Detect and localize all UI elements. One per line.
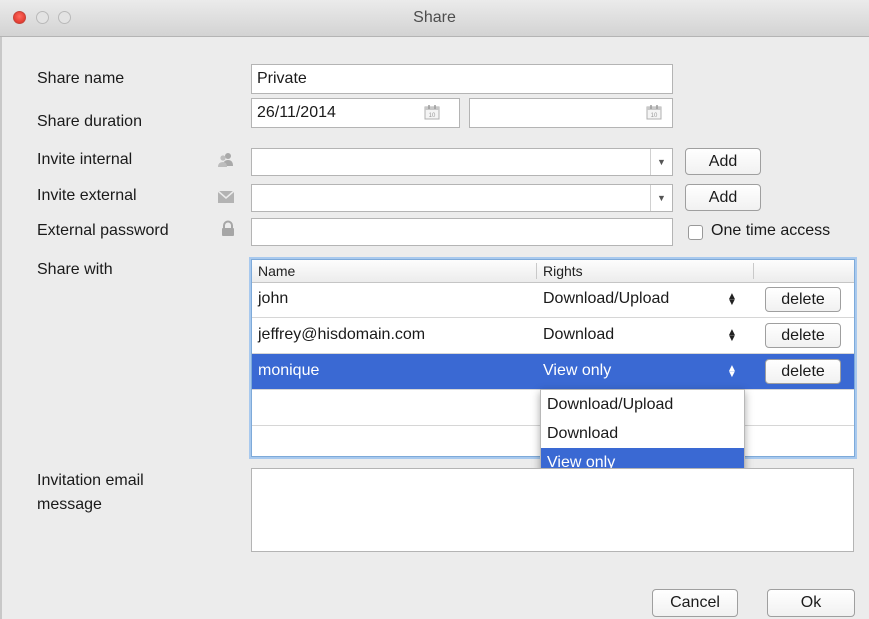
ok-button[interactable]: Ok [767, 589, 855, 617]
cancel-button[interactable]: Cancel [652, 589, 738, 617]
one-time-access-checkbox[interactable] [688, 225, 703, 240]
window-edge [0, 37, 2, 619]
share-name-label: Share name [37, 70, 125, 87]
row-name: jeffrey@hisdomain.com [258, 326, 426, 343]
table-header: Name Rights [252, 260, 854, 283]
table-row[interactable]: john Download/Upload ▲ ▼ delete [252, 282, 854, 318]
dropdown-arrow-icon[interactable]: ▼ [650, 185, 672, 211]
svg-text:10: 10 [651, 113, 658, 119]
dropdown-arrow-icon[interactable]: ▼ [650, 149, 672, 175]
external-password-input[interactable] [251, 218, 673, 246]
one-time-access-label[interactable]: One time access [711, 222, 830, 240]
invitation-label-line2: message [37, 496, 102, 513]
share-with-label: Share with [37, 261, 113, 278]
invitation-message-textarea[interactable] [251, 468, 854, 552]
invite-internal-label: Invite internal [37, 151, 133, 168]
share-name-input[interactable]: Private [251, 64, 673, 94]
title-bar: Share [0, 0, 869, 37]
stepper-icon[interactable]: ▲ ▼ [727, 364, 737, 380]
add-external-button[interactable]: Add [685, 184, 761, 211]
rights-dropdown-menu[interactable]: Download/Upload Download View only [540, 389, 745, 478]
stepper-icon[interactable]: ▲ ▼ [727, 292, 737, 308]
delete-button[interactable]: delete [765, 287, 841, 312]
external-password-label: External password [37, 222, 169, 239]
delete-button[interactable]: delete [765, 323, 841, 348]
share-duration-label: Share duration [37, 113, 142, 130]
delete-button[interactable]: delete [765, 359, 841, 384]
share-dialog: Share Share name Private Share duration … [0, 0, 869, 619]
invite-internal-combobox[interactable]: ▼ [251, 148, 673, 176]
start-date-value: 26/11/2014 [257, 104, 336, 121]
column-header-rights[interactable]: Rights [537, 260, 753, 282]
column-header-name[interactable]: Name [252, 260, 536, 282]
calendar-icon[interactable]: 10 [424, 104, 440, 120]
dropdown-option-download[interactable]: Download [541, 419, 744, 448]
row-rights[interactable]: Download/Upload [543, 282, 669, 318]
row-name: john [258, 290, 289, 307]
invitation-label-line1: Invitation email [37, 472, 144, 489]
calendar-icon[interactable]: 10 [646, 104, 662, 120]
add-internal-button[interactable]: Add [685, 148, 761, 175]
lock-icon [222, 220, 234, 236]
invite-external-label: Invite external [37, 187, 137, 204]
invite-external-combobox[interactable]: ▼ [251, 184, 673, 212]
end-date-field[interactable] [469, 98, 673, 128]
row-name: monique [258, 362, 320, 379]
dropdown-option-download-upload[interactable]: Download/Upload [541, 390, 744, 419]
row-rights[interactable]: Download [543, 318, 614, 354]
window-title: Share [413, 9, 456, 26]
envelope-icon [217, 190, 235, 203]
column-divider [753, 263, 754, 279]
svg-text:10: 10 [429, 113, 436, 119]
users-icon [218, 153, 233, 167]
row-rights[interactable]: View only [543, 354, 611, 390]
table-row[interactable]: jeffrey@hisdomain.com Download ▲ ▼ delete [252, 318, 854, 354]
stepper-icon[interactable]: ▲ ▼ [727, 328, 737, 344]
table-row-selected[interactable]: monique View only ▲ ▼ delete [252, 354, 854, 390]
